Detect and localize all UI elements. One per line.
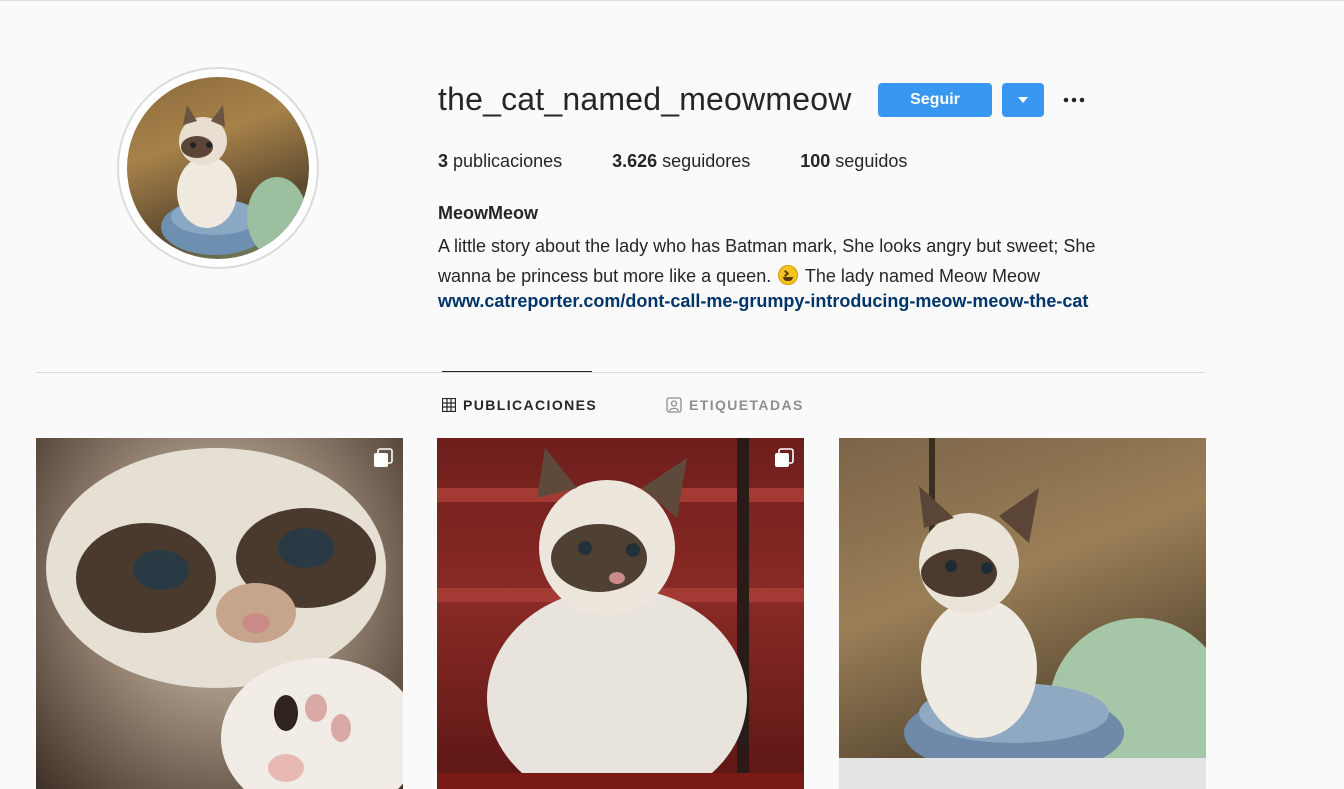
stat-following-count: 100: [800, 151, 831, 171]
multiple-photos-icon: [374, 448, 393, 467]
stat-posts-count: 3: [438, 151, 449, 171]
profile-bio: A little story about the lady who has Ba…: [438, 231, 1198, 291]
stat-following-label: seguidos: [835, 151, 908, 171]
post-image: [46, 448, 403, 789]
active-tab-indicator: [442, 371, 592, 372]
grid-icon: [442, 398, 456, 412]
stat-followers-label: seguidores: [662, 151, 751, 171]
post-thumbnail[interactable]: [437, 438, 804, 789]
profile-stats: 3 publicaciones 3.626 seguidores 100 seg…: [438, 151, 957, 172]
stat-followers[interactable]: 3.626 seguidores: [612, 151, 750, 172]
avatar-image: [127, 77, 309, 259]
tagged-icon: [666, 397, 682, 413]
multiple-photos-icon: [775, 448, 794, 467]
avatar[interactable]: [117, 67, 319, 269]
laughing-emoji-icon: [778, 265, 799, 285]
profile-full-name: MeowMeow: [438, 203, 539, 223]
more-options-button[interactable]: [1060, 87, 1088, 113]
post-thumbnail[interactable]: [839, 438, 1206, 789]
tabs-divider: [36, 372, 1205, 373]
stat-posts-label: publicaciones: [453, 151, 563, 171]
post-thumbnail[interactable]: [36, 438, 403, 789]
post-image: [839, 438, 1206, 789]
follow-button[interactable]: Seguir: [878, 83, 992, 117]
caret-down-icon: [1018, 97, 1028, 103]
tab-tagged[interactable]: ETIQUETADAS: [666, 397, 804, 413]
stat-posts: 3 publicaciones: [438, 151, 562, 172]
tab-tagged-label: ETIQUETADAS: [689, 397, 804, 413]
ellipsis-icon: [1063, 97, 1085, 103]
tab-posts-label: PUBLICACIONES: [463, 397, 598, 413]
profile-username: the_cat_named_meowmeow: [438, 81, 852, 117]
suggestions-dropdown-button[interactable]: [1002, 83, 1044, 117]
stat-following[interactable]: 100 seguidos: [800, 151, 907, 172]
tab-posts[interactable]: PUBLICACIONES: [442, 397, 597, 413]
post-image: [437, 438, 804, 789]
profile-website-link[interactable]: www.catreporter.com/dont-call-me-grumpy-…: [438, 291, 1088, 312]
bio-line-2b: The lady named Meow Meow: [800, 266, 1041, 286]
bio-line-1: A little story about the lady who has Ba…: [438, 236, 1096, 256]
stat-followers-count: 3.626: [612, 151, 658, 171]
bio-line-2a: wanna be princess but more like a queen.: [438, 266, 772, 286]
